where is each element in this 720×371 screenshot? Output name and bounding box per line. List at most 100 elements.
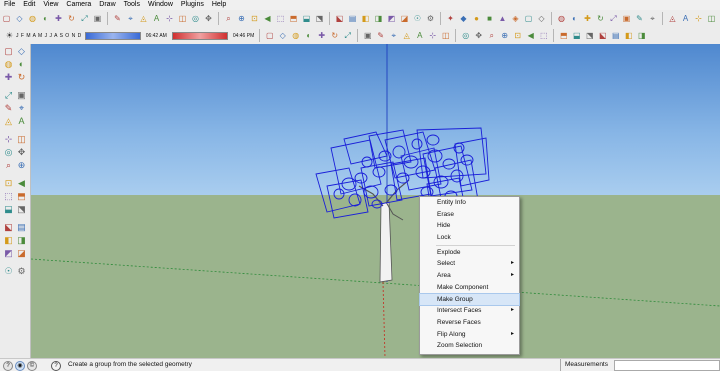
zoom-window-icon[interactable]: ⊡ xyxy=(249,13,260,24)
menu-item-reverse-faces[interactable]: Reverse Faces xyxy=(420,317,519,329)
look-icon[interactable]: ■ xyxy=(484,13,495,24)
drape-icon[interactable]: ⊹ xyxy=(427,30,438,41)
layers-icon[interactable]: ◐ xyxy=(569,13,580,24)
stamp-icon[interactable]: A xyxy=(414,30,425,41)
paint-icon[interactable]: ◍ xyxy=(3,59,14,70)
hidden-line-icon[interactable]: ☉ xyxy=(412,13,423,24)
flip-edge-icon[interactable]: ◎ xyxy=(460,30,471,41)
shadows-icon[interactable]: ⌖ xyxy=(647,13,658,24)
position-camera-icon[interactable]: ◩ xyxy=(3,248,14,259)
solid-subtract-icon[interactable]: ◐ xyxy=(303,30,314,41)
pan-icon[interactable]: ⌕ xyxy=(223,13,234,24)
bottom-icon[interactable]: ◨ xyxy=(373,13,384,24)
push-pull-icon[interactable]: ◐ xyxy=(40,13,51,24)
move-icon[interactable]: ✚ xyxy=(53,13,64,24)
layer-icon[interactable]: ✥ xyxy=(473,30,484,41)
xray-icon[interactable]: ◩ xyxy=(386,13,397,24)
zoom-window-icon[interactable]: ▤ xyxy=(16,222,27,233)
wireframe-icon[interactable]: ◪ xyxy=(399,13,410,24)
plugin-a-icon[interactable]: ⬔ xyxy=(584,30,595,41)
arc-icon[interactable]: ▣ xyxy=(16,90,27,101)
front-icon[interactable]: ⬔ xyxy=(314,13,325,24)
menu-item-make-group[interactable]: Make Group xyxy=(419,292,520,307)
protractor-icon[interactable]: ⊡ xyxy=(3,178,14,189)
polygon-icon[interactable]: ✎ xyxy=(3,103,14,114)
solid-intersect-icon[interactable]: ↻ xyxy=(329,30,340,41)
add-detail-icon[interactable]: ◫ xyxy=(440,30,451,41)
extension-icon[interactable]: ⊹ xyxy=(693,13,704,24)
move-icon[interactable]: ◬ xyxy=(3,116,14,127)
previous-icon[interactable]: ⬚ xyxy=(275,13,286,24)
zoom-icon[interactable]: ⊕ xyxy=(236,13,247,24)
solid-union-icon[interactable]: ◍ xyxy=(290,30,301,41)
follow-me-icon[interactable]: ◫ xyxy=(16,134,27,145)
section-icon[interactable]: ⚙ xyxy=(16,266,27,277)
orbit-icon[interactable]: ⬓ xyxy=(3,204,14,215)
line-icon[interactable]: ↻ xyxy=(16,72,27,83)
protractor-icon[interactable]: ◬ xyxy=(138,13,149,24)
eraser-icon[interactable]: ◐ xyxy=(16,59,27,70)
monochrome-icon[interactable]: ◆ xyxy=(458,13,469,24)
walk-icon[interactable]: ● xyxy=(471,13,482,24)
rotate-icon[interactable]: ↻ xyxy=(66,13,77,24)
section-icon[interactable]: ◎ xyxy=(190,13,201,24)
component-icon[interactable]: ◇ xyxy=(16,46,27,57)
textured-icon[interactable]: ✦ xyxy=(445,13,456,24)
menu-item-lock[interactable]: Lock xyxy=(420,232,519,244)
menu-view[interactable]: View xyxy=(39,0,62,10)
shadow-months[interactable]: J F M A M J J A S O N D xyxy=(16,33,82,39)
soften-icon[interactable]: ✎ xyxy=(634,13,645,24)
match-photo-icon[interactable]: ▣ xyxy=(621,13,632,24)
axes-icon[interactable]: ⬚ xyxy=(3,191,14,202)
fog-icon[interactable]: ⤢ xyxy=(608,13,619,24)
ruby-console-icon[interactable]: ⬓ xyxy=(571,30,582,41)
tape-icon[interactable]: ⌕ xyxy=(3,160,14,171)
menu-camera[interactable]: Camera xyxy=(62,0,95,10)
right-icon[interactable]: ⬕ xyxy=(334,13,345,24)
menu-item-erase[interactable]: Erase xyxy=(420,209,519,221)
iso-icon[interactable]: ⬒ xyxy=(288,13,299,24)
plugin-e-icon[interactable]: ◨ xyxy=(636,30,647,41)
date-slider[interactable] xyxy=(84,31,141,40)
menu-edit[interactable]: Edit xyxy=(19,0,39,10)
offset-icon[interactable]: ▣ xyxy=(92,13,103,24)
attributes-icon[interactable]: ⬒ xyxy=(558,30,569,41)
menu-help[interactable]: Help xyxy=(208,0,230,10)
paint-icon[interactable]: ◍ xyxy=(27,13,38,24)
time-slider[interactable] xyxy=(171,31,228,40)
rotate-icon[interactable]: ⊹ xyxy=(3,134,14,145)
rectangle-icon[interactable]: ✚ xyxy=(3,72,14,83)
select-icon[interactable]: ▢ xyxy=(3,46,14,57)
options-icon[interactable]: ⬚ xyxy=(538,30,549,41)
measurements-field[interactable] xyxy=(614,360,720,371)
sandbox-contours-icon[interactable]: ✎ xyxy=(375,30,386,41)
freehand-icon[interactable]: ⌖ xyxy=(16,103,27,114)
group-icon[interactable]: ◇ xyxy=(277,30,288,41)
pan-icon[interactable]: ⬔ xyxy=(16,204,27,215)
component-make-icon[interactable]: ▢ xyxy=(264,30,275,41)
scale-icon[interactable]: ◎ xyxy=(3,147,14,158)
look-icon[interactable]: ☉ xyxy=(3,266,14,277)
share-model-icon[interactable]: ▢ xyxy=(523,13,534,24)
tape-icon[interactable]: ✎ xyxy=(112,13,123,24)
orbit-icon[interactable]: ✥ xyxy=(203,13,214,24)
dimension-icon[interactable]: ⌖ xyxy=(125,13,136,24)
previous-icon[interactable]: ◨ xyxy=(16,235,27,246)
left-icon[interactable]: ◧ xyxy=(360,13,371,24)
geo-icon[interactable]: ◫ xyxy=(706,13,717,24)
scenes-icon[interactable]: ◬ xyxy=(667,13,678,24)
get-models-icon[interactable]: ◈ xyxy=(510,13,521,24)
component-icon[interactable]: ◇ xyxy=(536,13,547,24)
menu-item-intersect-faces[interactable]: Intersect Faces ▸ xyxy=(420,305,519,317)
circle-icon[interactable]: ⤢ xyxy=(3,90,14,101)
dimension-icon[interactable]: ⊕ xyxy=(16,160,27,171)
sandbox-scratch-icon[interactable]: ⌖ xyxy=(388,30,399,41)
outliner-icon[interactable]: ✚ xyxy=(582,13,593,24)
axes-icon[interactable]: ⊹ xyxy=(164,13,175,24)
menu-draw[interactable]: Draw xyxy=(95,0,119,10)
back-icon[interactable]: ▤ xyxy=(347,13,358,24)
scene-3d[interactable] xyxy=(31,44,720,358)
text-icon[interactable]: ◀ xyxy=(16,178,27,189)
interact-icon[interactable]: ◀ xyxy=(525,30,536,41)
menu-item-make-component[interactable]: Make Component xyxy=(420,282,519,294)
